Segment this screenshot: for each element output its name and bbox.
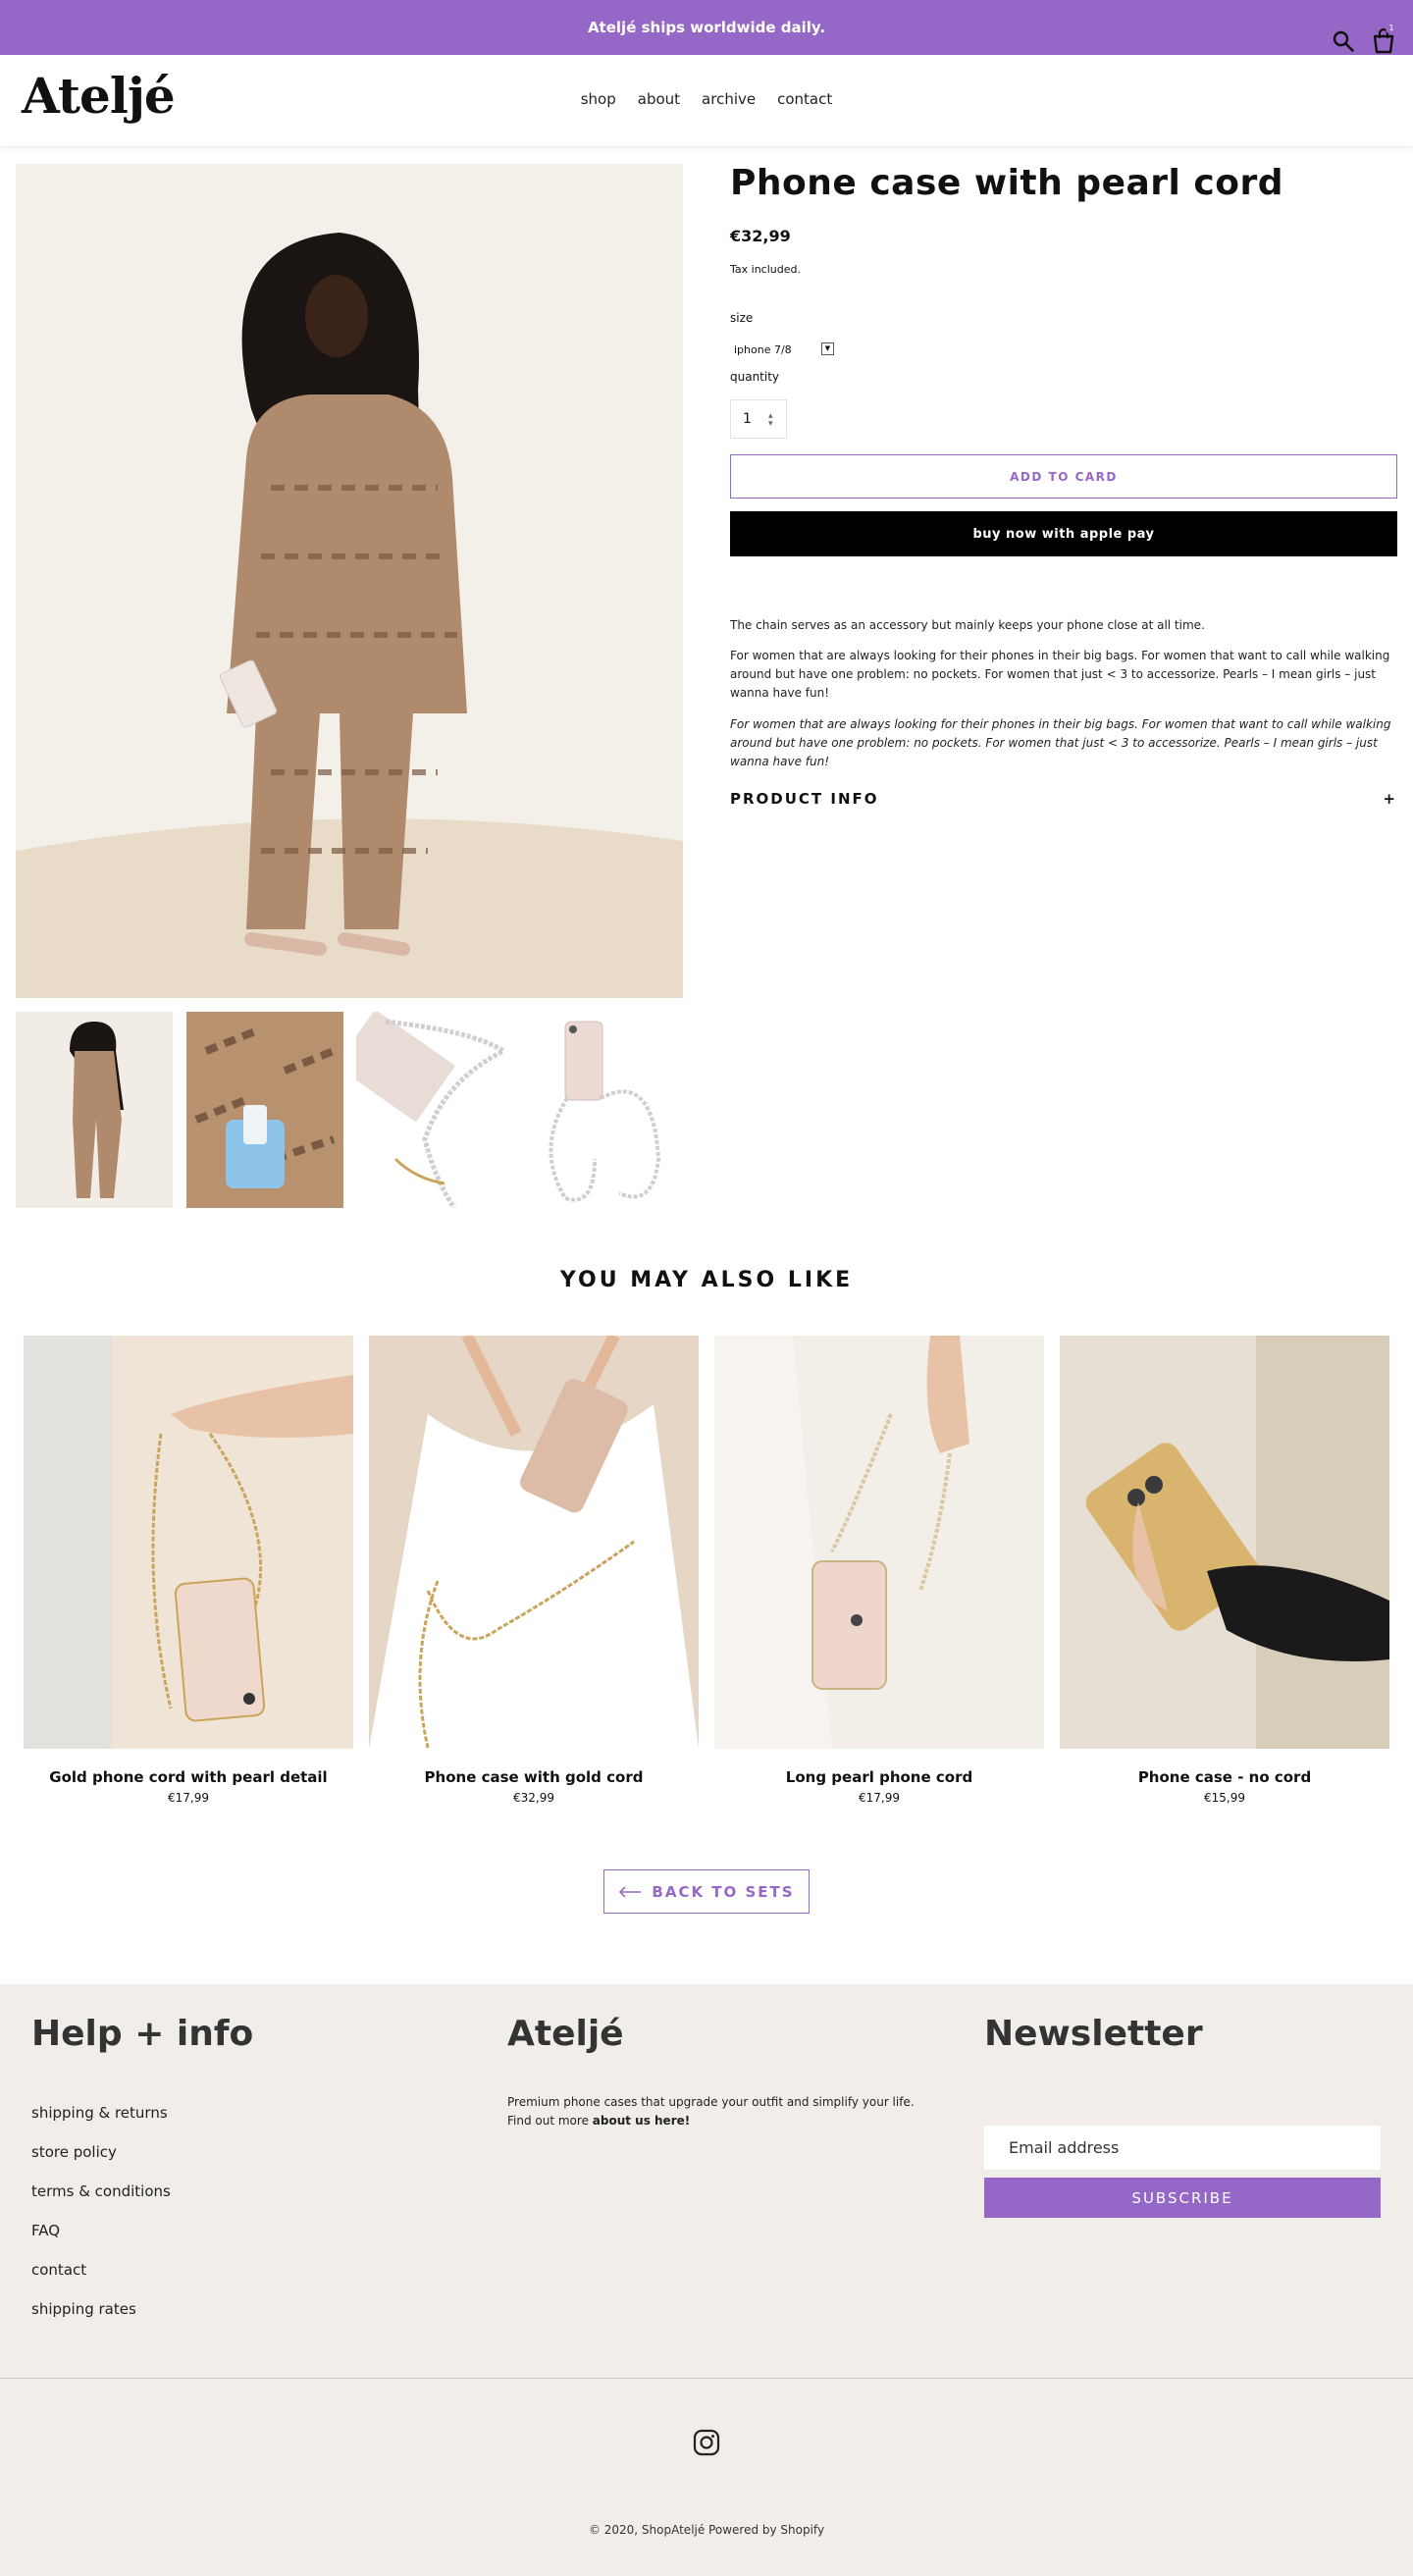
description-paragraph-2: For women that are always looking for th… <box>730 649 1390 700</box>
footer-brand-title: Ateljé <box>507 2014 624 2054</box>
subscribe-button[interactable]: SUBSCRIBE <box>984 2178 1381 2218</box>
related-card-2-name[interactable]: Phone case with gold cord <box>369 1768 699 1786</box>
footer-link-terms[interactable]: terms & conditions <box>31 2182 171 2200</box>
footer-help-title: Help + info <box>31 2014 254 2054</box>
product-info-label: PRODUCT INFO <box>730 790 879 808</box>
nav-contact[interactable]: contact <box>777 90 832 108</box>
product-main-image[interactable] <box>16 164 683 998</box>
search-icon[interactable] <box>1332 29 1355 53</box>
related-card-1-price: €17,99 <box>168 1791 209 1805</box>
footer-link-shipping-returns[interactable]: shipping & returns <box>31 2104 168 2122</box>
related-card-4-name[interactable]: Phone case - no cord <box>1060 1768 1389 1786</box>
footer-divider <box>0 2378 1413 2379</box>
related-card-3-price: €17,99 <box>859 1791 900 1805</box>
back-to-sets-button[interactable]: BACK TO SETS <box>603 1869 810 1914</box>
main-nav: shop about archive contact <box>0 90 1413 108</box>
product-info-accordion[interactable]: PRODUCT INFO + <box>730 787 1397 811</box>
thumbnail-2[interactable] <box>186 1012 343 1208</box>
size-label: size <box>730 311 754 325</box>
description-paragraph-1: The chain serves as an accessory but mai… <box>730 618 1205 632</box>
nav-archive[interactable]: archive <box>702 90 756 108</box>
nav-shop[interactable]: shop <box>581 90 616 108</box>
stepper-arrows-icon[interactable]: ▴ ▾ <box>768 412 773 429</box>
footer-link-contact[interactable]: contact <box>31 2261 86 2279</box>
newsletter-email-input[interactable]: Email address <box>984 2126 1381 2170</box>
related-card-1-image[interactable] <box>24 1336 353 1749</box>
plus-icon[interactable]: + <box>1383 790 1397 808</box>
quantity-value: 1 <box>743 411 752 427</box>
site-header: Ateljé shop about archive contact <box>0 55 1413 147</box>
footer-link-store-policy[interactable]: store policy <box>31 2143 117 2161</box>
size-select[interactable]: iphone 7/8 ▼ <box>730 341 838 358</box>
thumbnail-1[interactable] <box>16 1012 173 1208</box>
footer-link-shipping-rates[interactable]: shipping rates <box>31 2300 136 2318</box>
arrow-left-icon <box>619 1885 642 1898</box>
apple-pay-button[interactable]: buy now with apple pay <box>730 511 1397 556</box>
thumbnail-3[interactable] <box>356 1012 513 1208</box>
footer-newsletter-title: Newsletter <box>984 2014 1203 2054</box>
announcement-text: Ateljé ships worldwide daily. <box>587 19 826 36</box>
product-price: €32,99 <box>730 227 791 245</box>
quantity-stepper[interactable]: 1 ▴ ▾ <box>730 399 787 439</box>
description-paragraph-3: For women that are always looking for th… <box>730 717 1391 768</box>
instagram-icon[interactable] <box>693 2429 720 2456</box>
dropdown-arrow-icon: ▼ <box>821 342 834 355</box>
related-section-title: YOU MAY ALSO LIKE <box>559 1268 854 1292</box>
related-card-3-image[interactable] <box>714 1336 1044 1749</box>
quantity-label: quantity <box>730 370 780 384</box>
related-card-4-image[interactable] <box>1060 1336 1389 1749</box>
related-card-3-name[interactable]: Long pearl phone cord <box>714 1768 1044 1786</box>
related-card-2-image[interactable] <box>369 1336 699 1749</box>
add-to-cart-button[interactable]: ADD TO CARD <box>730 454 1397 499</box>
product-title: Phone case with pearl cord <box>730 163 1284 203</box>
thumbnail-4[interactable] <box>526 1012 683 1208</box>
back-to-sets-label: BACK TO SETS <box>652 1882 795 1901</box>
footer-brand-more: Find out more about us here! <box>507 2114 690 2128</box>
cart-count-badge: 1 <box>1386 23 1397 34</box>
announcement-bar: Ateljé ships worldwide daily. <box>0 0 1413 55</box>
footer-brand-more-text: Find out more <box>507 2114 593 2128</box>
related-card-1-name[interactable]: Gold phone cord with pearl detail <box>24 1768 353 1786</box>
nav-about[interactable]: about <box>638 90 680 108</box>
footer-brand-text: Premium phone cases that upgrade your ou… <box>507 2095 915 2109</box>
footer-link-faq[interactable]: FAQ <box>31 2222 60 2239</box>
copyright-text: © 2020, ShopAteljé Powered by Shopify <box>588 2523 825 2537</box>
footer-about-link[interactable]: about us here! <box>593 2114 690 2128</box>
related-card-4-price: €15,99 <box>1204 1791 1245 1805</box>
tax-note: Tax included. <box>730 263 801 276</box>
size-select-value: iphone 7/8 <box>734 342 792 356</box>
site-footer <box>0 1984 1413 2576</box>
related-card-2-price: €32,99 <box>513 1791 554 1805</box>
